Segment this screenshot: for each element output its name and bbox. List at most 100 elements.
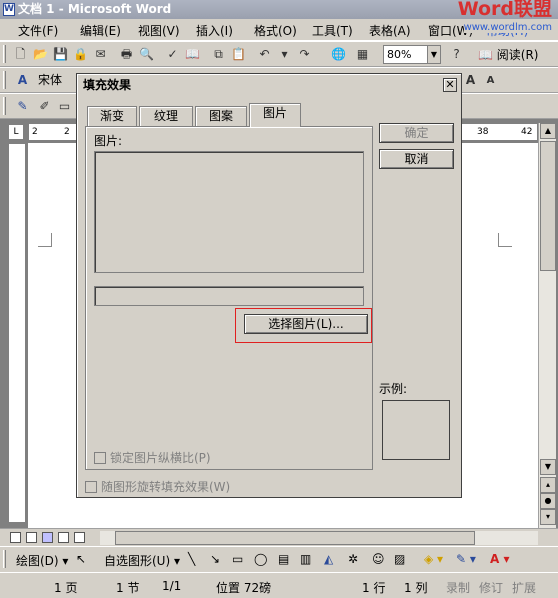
autoshapes-button[interactable]: 自选图形(U) ▾ xyxy=(104,552,180,569)
ruler-label: 2 xyxy=(64,127,70,137)
copy-icon[interactable]: ⧉ xyxy=(210,46,227,63)
read-mode-label: 阅读(R) xyxy=(496,48,539,62)
menu-table[interactable]: 表格(A) xyxy=(369,22,411,39)
browse-object-icon[interactable]: ● xyxy=(540,493,556,509)
tab-stop-selector[interactable]: L xyxy=(8,124,24,140)
pencil-icon[interactable]: ✐ xyxy=(36,98,53,115)
brand-logo: Word联盟 xyxy=(457,0,552,20)
ok-button[interactable]: 确定 xyxy=(379,123,454,143)
toolbar-grip[interactable] xyxy=(3,550,6,568)
help-icon[interactable]: ? xyxy=(448,46,465,63)
insert-picture-icon[interactable]: ▨ xyxy=(394,552,405,566)
undo-dropdown-icon[interactable]: ▾ xyxy=(276,46,293,63)
oval-icon[interactable]: ◯ xyxy=(254,552,267,566)
insert-table-icon[interactable]: ▦ xyxy=(354,46,371,63)
close-icon[interactable]: ✕ xyxy=(443,78,457,92)
text-box-icon[interactable]: ▤ xyxy=(278,552,289,566)
print-layout-icon[interactable] xyxy=(42,532,53,543)
shape-icon[interactable]: ▭ xyxy=(56,98,73,115)
new-document-icon[interactable]: 🗋 xyxy=(12,46,29,63)
line-chart-icon[interactable]: ✎ xyxy=(14,98,31,115)
paste-icon[interactable]: 📋 xyxy=(230,46,247,63)
menu-file[interactable]: 文件(F) xyxy=(18,22,58,39)
font-color-icon[interactable]: A ▾ xyxy=(490,552,510,566)
web-view-icon[interactable] xyxy=(26,532,37,543)
picture-label: 图片: xyxy=(94,134,123,148)
status-extend[interactable]: 扩展 xyxy=(512,579,536,596)
wordart-icon[interactable]: ◭ xyxy=(324,552,333,566)
status-record[interactable]: 录制 xyxy=(446,579,470,596)
book-icon: 📖 xyxy=(478,48,493,62)
rotate-with-shape-label: 随图形旋转填充效果(W) xyxy=(101,480,231,494)
menu-edit[interactable]: 编辑(E) xyxy=(80,22,121,39)
word-app-icon[interactable]: W xyxy=(3,3,15,16)
styles-icon[interactable]: A xyxy=(14,72,31,89)
select-objects-icon[interactable]: ↖ xyxy=(76,552,86,566)
horizontal-scroll-thumb[interactable] xyxy=(115,531,475,545)
toolbar-grip[interactable] xyxy=(3,71,6,89)
zoom-select[interactable]: 80% ▼ xyxy=(383,45,441,64)
draw-menu-button[interactable]: 绘图(D) ▾ xyxy=(16,552,68,569)
fill-color-icon[interactable]: ◈ ▾ xyxy=(424,552,443,566)
permission-icon[interactable]: 🔒 xyxy=(72,46,89,63)
cancel-button[interactable]: 取消 xyxy=(379,149,454,169)
clip-art-icon[interactable]: ☺ xyxy=(372,552,385,566)
outline-view-icon[interactable] xyxy=(58,532,69,543)
line-color-icon[interactable]: ✎ ▾ xyxy=(456,552,476,566)
checkbox-box xyxy=(85,481,97,493)
rotate-with-shape-checkbox[interactable]: 随图形旋转填充效果(W) xyxy=(85,478,230,495)
menu-insert[interactable]: 插入(I) xyxy=(196,22,233,39)
tab-texture[interactable]: 纹理 xyxy=(139,106,193,126)
title-bar: W 文档 1 - Microsoft Word Word联盟 xyxy=(0,0,558,19)
hyperlink-icon[interactable]: 🌐 xyxy=(330,46,347,63)
menu-view[interactable]: 视图(V) xyxy=(138,22,180,39)
vertical-text-box-icon[interactable]: ▥ xyxy=(300,552,311,566)
toolbar-grip[interactable] xyxy=(3,45,6,63)
research-icon[interactable]: 📖 xyxy=(184,46,201,63)
shrink-font-icon[interactable]: A xyxy=(482,72,499,89)
standard-toolbar: 🗋 📂 💾 🔒 ✉ 🖶 🔍 ✓ 📖 ⧉ 📋 ↶ ▾ ↷ 🌐 ▦ 80% ▼ ? … xyxy=(0,41,558,67)
rectangle-icon[interactable]: ▭ xyxy=(232,552,243,566)
save-icon[interactable]: 💾 xyxy=(52,46,69,63)
picture-tab-panel: 图片: 选择图片(L)... 锁定图片纵横比(P) xyxy=(85,126,373,470)
vertical-ruler[interactable] xyxy=(8,143,26,523)
scroll-thumb[interactable] xyxy=(540,141,556,271)
fill-effects-dialog: 填充效果 ✕ 渐变 纹理 图案 图片 图片: 选择图片(L)... 锁定图片纵横… xyxy=(76,73,462,498)
line-icon[interactable]: ╲ xyxy=(188,552,195,566)
chevron-down-icon[interactable]: ▼ xyxy=(427,46,440,63)
menu-tools[interactable]: 工具(T) xyxy=(312,22,353,39)
scroll-up-icon[interactable]: ▲ xyxy=(540,123,556,139)
scroll-down-icon[interactable]: ▼ xyxy=(540,459,556,475)
menu-format[interactable]: 格式(O) xyxy=(254,22,297,39)
tab-gradient[interactable]: 渐变 xyxy=(87,106,137,126)
read-mode-button[interactable]: 📖 阅读(R) xyxy=(478,46,538,63)
grow-font-icon[interactable]: A xyxy=(462,72,479,89)
annotation-highlight-box xyxy=(235,308,372,343)
spelling-icon[interactable]: ✓ xyxy=(164,46,181,63)
picture-path-field xyxy=(94,286,364,306)
open-folder-icon[interactable]: 📂 xyxy=(32,46,49,63)
print-icon[interactable]: 🖶 xyxy=(118,46,135,63)
checkbox-box xyxy=(94,452,106,464)
autoshapes-label: 自选图形(U) xyxy=(104,554,171,568)
redo-icon[interactable]: ↷ xyxy=(296,46,313,63)
tab-pattern[interactable]: 图案 xyxy=(195,106,247,126)
window-title: 文档 1 - Microsoft Word xyxy=(18,2,172,16)
previous-page-icon[interactable]: ▴ xyxy=(540,477,556,493)
undo-icon[interactable]: ↶ xyxy=(256,46,273,63)
toolbar-grip[interactable] xyxy=(3,97,6,115)
arrow-icon[interactable]: ↘ xyxy=(210,552,220,566)
tab-picture[interactable]: 图片 xyxy=(249,103,301,127)
sample-label: 示例: xyxy=(379,382,408,396)
vertical-scrollbar[interactable]: ▲ ▼ ▴ ● ▾ xyxy=(538,123,556,528)
diagram-icon[interactable]: ✲ xyxy=(348,552,358,566)
lock-aspect-checkbox[interactable]: 锁定图片纵横比(P) xyxy=(94,449,211,466)
reading-view-icon[interactable] xyxy=(74,532,85,543)
status-page: 1 页 xyxy=(54,581,78,595)
print-preview-icon[interactable]: 🔍 xyxy=(138,46,155,63)
status-track-changes[interactable]: 修订 xyxy=(479,579,503,596)
status-bar: 1 页 1 节 1/1 位置 72磅 1 行 1 列 录制 修订 扩展 xyxy=(0,572,558,598)
email-icon[interactable]: ✉ xyxy=(92,46,109,63)
normal-view-icon[interactable] xyxy=(10,532,21,543)
next-page-icon[interactable]: ▾ xyxy=(540,509,556,525)
